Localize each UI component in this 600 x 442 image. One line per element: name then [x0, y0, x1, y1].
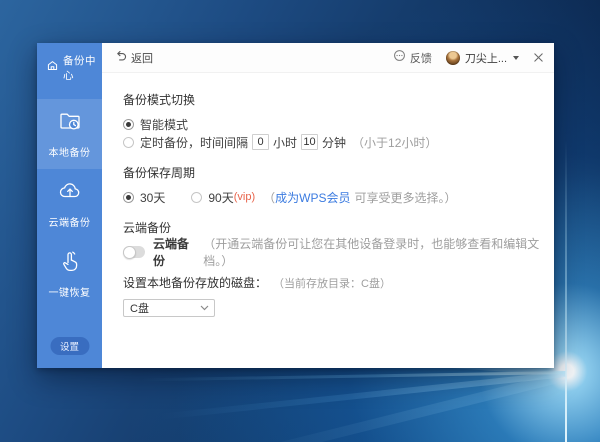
smart-mode-label[interactable]: 智能模式	[140, 116, 188, 133]
main-panel: 返回 反馈 刀尖上... 备份模式切换 智能模式 定时备份，时间间隔 0 小时 …	[102, 43, 554, 368]
backup-center-window: 备份中心 本地备份 云端备份 一键恢复 设置 返回 反馈 刀尖上... 备份模式…	[37, 43, 554, 368]
sidebar-header: 备份中心	[37, 43, 102, 91]
settings-button[interactable]: 设置	[49, 337, 90, 355]
hours-unit-label: 小时	[273, 135, 298, 150]
sidebar-item-label: 一键恢复	[48, 288, 91, 299]
sidebar-item-cloud-backup[interactable]: 云端备份	[37, 169, 102, 239]
user-avatar[interactable]	[445, 50, 460, 65]
feedback-button[interactable]: 反馈	[393, 49, 432, 67]
folder-clock-icon	[57, 108, 83, 139]
disk-heading: 设置本地备份存放的磁盘：	[123, 276, 268, 290]
username[interactable]: 刀尖上...	[465, 50, 507, 66]
sidebar-item-label: 云端备份	[48, 218, 91, 229]
undo-arrow-icon	[115, 49, 127, 67]
wps-member-link[interactable]: 成为WPS会员	[275, 189, 350, 206]
sidebar-nav: 本地备份 云端备份 一键恢复	[37, 99, 102, 309]
sidebar-header-label: 备份中心	[63, 55, 96, 82]
hours-input[interactable]	[252, 134, 270, 150]
feedback-label: 反馈	[409, 52, 432, 65]
chevron-down-icon	[200, 302, 209, 314]
retention-30-label[interactable]: 30天	[140, 189, 165, 206]
smart-mode-radio[interactable]	[123, 118, 134, 130]
section-heading: 云端备份	[123, 221, 172, 235]
section-retention: 备份保存周期 30天 90天 (vip) （ 成为WPS会员 可享受更多选择。）	[123, 164, 540, 206]
topbar: 返回 反馈 刀尖上...	[102, 43, 554, 73]
chevron-down-icon[interactable]	[513, 55, 519, 60]
close-button[interactable]	[533, 52, 544, 63]
retention-30-radio[interactable]	[123, 191, 134, 203]
comment-dots-icon	[393, 49, 406, 67]
backup-center-home-icon	[46, 59, 59, 77]
section-backup-mode: 备份模式切换 智能模式 定时备份，时间间隔 小时 分钟 （小于12小时）	[123, 91, 540, 151]
cloud-backup-toggle[interactable]	[123, 245, 145, 259]
disk-hint: （当前存放目录：C盘）	[273, 278, 391, 290]
sidebar-item-one-click-restore[interactable]: 一键恢复	[37, 239, 102, 309]
disk-heading-row: 设置本地备份存放的磁盘： （当前存放目录：C盘）	[123, 274, 540, 291]
section-heading: 备份保存周期	[123, 166, 196, 180]
retention-hint-rest: 可享受更多选择。）	[354, 190, 457, 205]
sidebar-item-label: 本地备份	[48, 148, 91, 159]
retention-hint-open: （	[263, 190, 276, 205]
desktop-wallpaper: 备份中心 本地备份 云端备份 一键恢复 设置 返回 反馈 刀尖上... 备份模式…	[0, 0, 600, 442]
section-disk: 设置本地备份存放的磁盘： （当前存放目录：C盘） C盘	[123, 274, 540, 317]
cloud-toggle-label: 云端备份	[153, 237, 190, 268]
timed-mode-hint: （小于12小时）	[352, 135, 438, 150]
timed-mode-row: 定时备份，时间间隔 小时 分钟 （小于12小时）	[123, 133, 540, 151]
cloud-toggle-row: 云端备份 （开通云端备份可让您在其他设备登录时，也能够查看和编辑文档。）	[123, 237, 540, 268]
section-heading: 备份模式切换	[123, 93, 196, 107]
timed-mode-label[interactable]: 定时备份，时间间隔	[140, 134, 248, 151]
toggle-knob	[123, 245, 136, 259]
disk-select-value: C盘	[130, 303, 149, 315]
minutes-input[interactable]	[301, 134, 319, 150]
vip-tag: (vip)	[233, 191, 256, 203]
hand-click-icon	[57, 248, 83, 279]
sidebar: 备份中心 本地备份 云端备份 一键恢复 设置	[37, 43, 102, 368]
retention-90-radio[interactable]	[191, 191, 203, 203]
cloud-hint: （开通云端备份可让您在其他设备登录时，也能够查看和编辑文档。）	[203, 237, 540, 268]
back-label: 返回	[131, 52, 153, 65]
disk-select[interactable]: C盘	[123, 299, 215, 317]
timed-mode-radio[interactable]	[123, 136, 134, 148]
smart-mode-row: 智能模式	[123, 115, 540, 133]
settings-content: 备份模式切换 智能模式 定时备份，时间间隔 小时 分钟 （小于12小时）	[102, 73, 554, 317]
retention-90-label[interactable]: 90天	[208, 189, 233, 206]
back-button[interactable]: 返回	[115, 49, 153, 67]
cloud-upload-icon	[57, 178, 83, 209]
retention-options-row: 30天 90天 (vip) （ 成为WPS会员 可享受更多选择。）	[123, 188, 540, 206]
light-beam-vertical	[565, 140, 567, 442]
topbar-right: 反馈 刀尖上...	[393, 49, 544, 67]
sidebar-item-local-backup[interactable]: 本地备份	[37, 99, 102, 169]
section-cloud-backup: 云端备份 云端备份 （开通云端备份可让您在其他设备登录时，也能够查看和编辑文档。…	[123, 219, 540, 268]
minutes-unit-label: 分钟	[322, 135, 347, 150]
